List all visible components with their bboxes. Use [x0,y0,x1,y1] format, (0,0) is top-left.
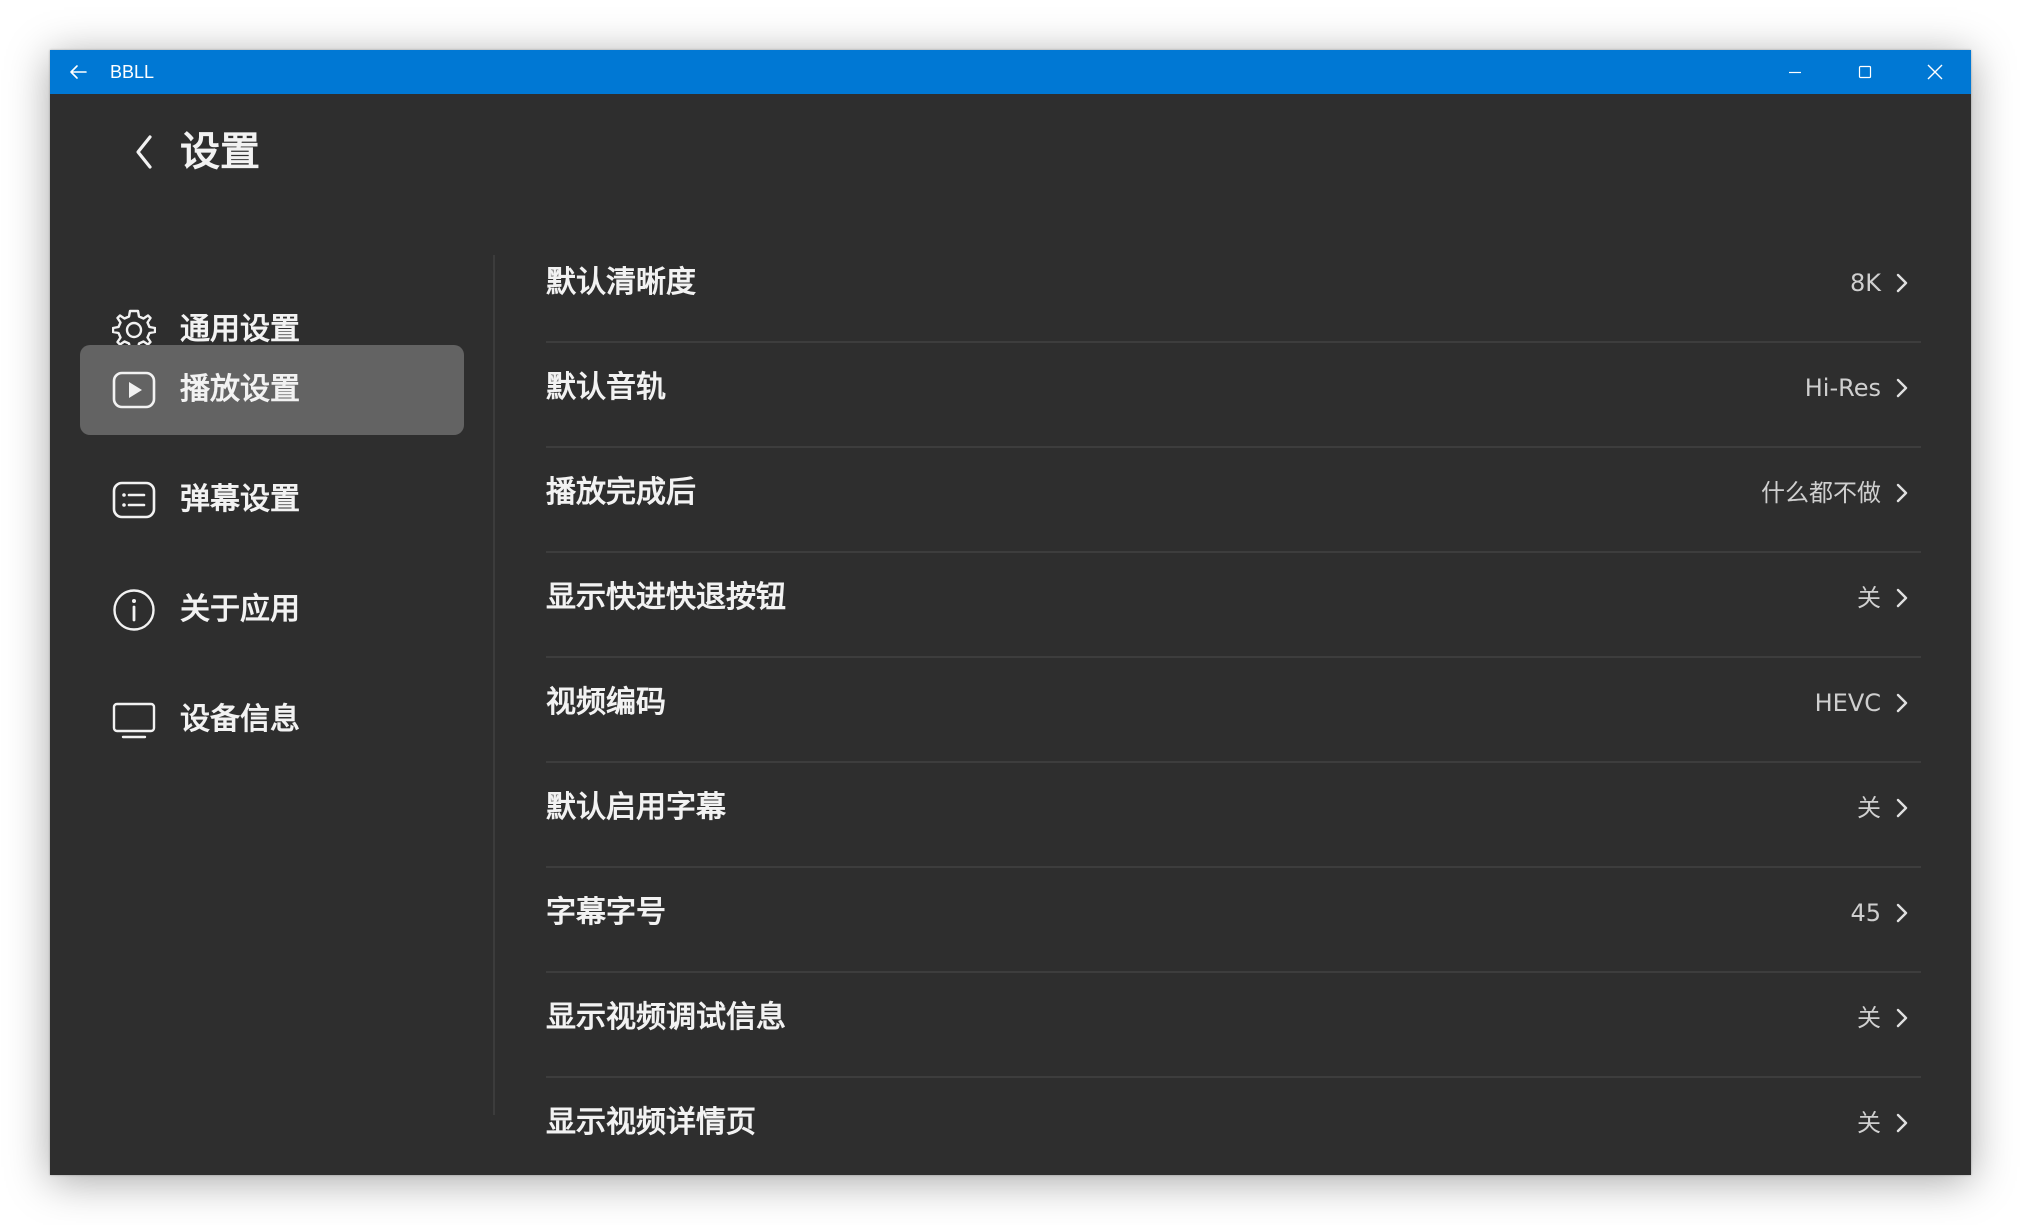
setting-row-video-codec[interactable]: 视频编码 HEVC [546,658,1921,763]
chevron-right-icon [1896,798,1908,818]
setting-label: 默认清晰度 [546,265,696,300]
page-back-button[interactable] [114,122,174,182]
setting-label: 字幕字号 [546,895,666,930]
maximize-icon [1858,65,1872,79]
sidebar-item-label: 弹幕设置 [180,482,300,517]
chevron-left-icon [136,135,152,169]
setting-value: 关 [1857,1109,1881,1137]
close-icon [1927,64,1943,80]
setting-label: 显示视频详情页 [546,1105,756,1140]
chevron-right-icon [1896,693,1908,713]
setting-value: HEVC [1814,689,1881,717]
sidebar-item-label: 关于应用 [180,592,300,627]
setting-row-seek-buttons[interactable]: 显示快进快退按钮 关 [546,553,1921,658]
setting-label: 显示视频调试信息 [546,1000,786,1035]
setting-value: 45 [1850,899,1881,927]
setting-row-default-quality[interactable]: 默认清晰度 8K [546,238,1921,343]
close-button[interactable] [1900,50,1970,94]
monitor-icon [112,702,156,739]
setting-label: 显示快进快退按钮 [546,580,786,615]
setting-row-default-audio-track[interactable]: 默认音轨 Hi-Res [546,343,1921,448]
setting-label: 播放完成后 [546,475,696,510]
setting-value: 关 [1857,584,1881,612]
chevron-right-icon [1896,273,1908,293]
app-title: BBLL [110,62,155,82]
setting-row-after-playback[interactable]: 播放完成后 什么都不做 [546,448,1921,553]
chevron-right-icon [1896,903,1908,923]
setting-value: 关 [1857,1004,1881,1032]
setting-label: 默认启用字幕 [546,790,726,825]
setting-row-subtitle-size[interactable]: 字幕字号 45 [546,868,1921,973]
sidebar-item-danmaku[interactable]: 弹幕设置 [80,455,464,545]
app-window: BBLL 设置 通用设置 播放设置 弹幕设置 关于应用 设备信息 默认清晰度 8… [50,50,1971,1175]
sidebar-item-playback[interactable]: 播放设置 [80,345,464,435]
sidebar-item-device-info[interactable]: 设备信息 [80,675,464,765]
title-bar: BBLL [50,50,1971,94]
sidebar-item-label: 播放设置 [180,372,300,407]
chevron-right-icon [1896,588,1908,608]
sidebar-item-label: 设备信息 [180,702,300,737]
info-icon [113,589,155,631]
chevron-right-icon [1896,483,1908,503]
setting-value: 什么都不做 [1761,479,1881,507]
sidebar-item-about[interactable]: 关于应用 [80,565,464,655]
page-title: 设置 [180,129,260,175]
minimize-icon [1789,71,1801,74]
settings-list: 默认清晰度 8K 默认音轨 Hi-Res 播放完成后 什么都不做 显示快进快退按… [546,238,1921,1175]
play-icon [112,371,156,409]
chevron-right-icon [1896,1008,1908,1028]
chevron-right-icon [1896,378,1908,398]
maximize-button[interactable] [1830,50,1900,94]
sidebar-divider [493,255,495,1115]
minimize-button[interactable] [1760,50,1830,94]
titlebar-back-button[interactable] [62,56,94,88]
setting-label: 视频编码 [546,685,666,720]
setting-row-default-subtitles[interactable]: 默认启用字幕 关 [546,763,1921,868]
setting-label: 默认音轨 [546,370,666,405]
setting-row-video-detail-page[interactable]: 显示视频详情页 关 [546,1078,1921,1175]
setting-value: 8K [1849,269,1881,297]
setting-value: 关 [1857,794,1881,822]
arrow-left-icon [70,65,87,79]
setting-row-debug-info[interactable]: 显示视频调试信息 关 [546,973,1921,1078]
setting-value: Hi-Res [1804,374,1881,402]
danmaku-icon [112,481,156,519]
chevron-right-icon [1896,1113,1908,1133]
